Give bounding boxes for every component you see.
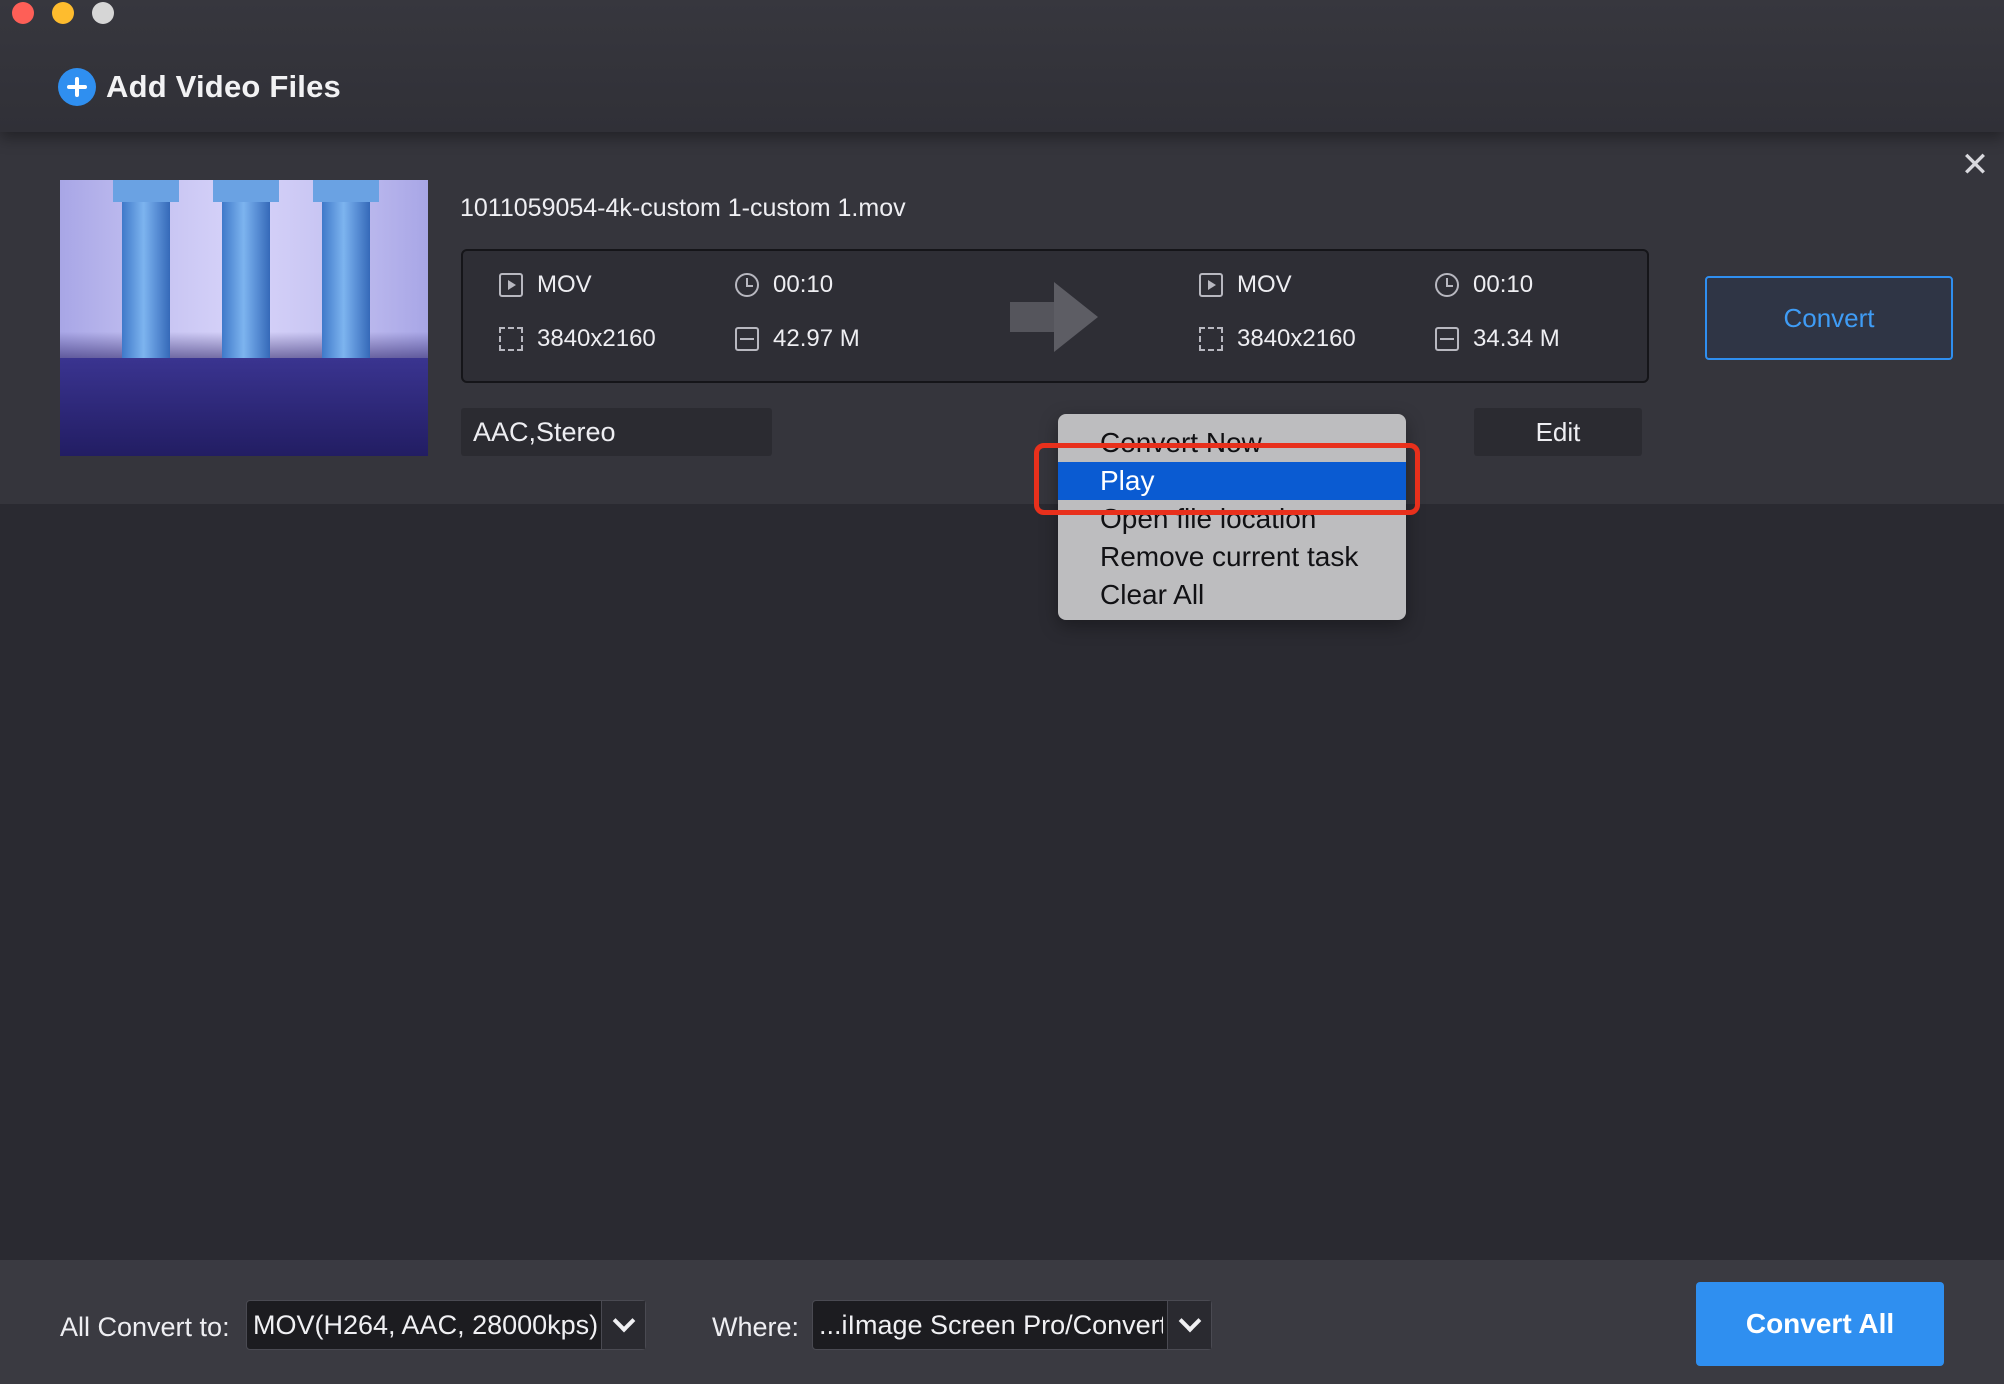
audio-track-select[interactable]: AAC,Stereo — [461, 408, 772, 456]
output-folder-value: ...iImage Screen Pro/Convert — [819, 1309, 1163, 1340]
minimize-window-button[interactable] — [52, 2, 74, 24]
chevron-down-icon[interactable] — [1167, 1301, 1211, 1349]
output-duration: 00:10 — [1435, 271, 1533, 299]
video-format-icon — [499, 273, 523, 297]
chevron-down-icon[interactable] — [601, 1301, 645, 1349]
close-task-icon[interactable]: ✕ — [1960, 148, 1990, 182]
output-size: 34.34 M — [1435, 325, 1560, 353]
source-duration: 00:10 — [735, 271, 833, 299]
title-bar: Add Video Files — [0, 0, 2004, 132]
output-resolution: 3840x2160 — [1199, 325, 1356, 353]
menu-item-remove-current-task[interactable]: Remove current task — [1058, 538, 1406, 576]
all-convert-to-label: All Convert to: — [60, 1312, 230, 1342]
close-window-button[interactable] — [12, 2, 34, 24]
video-format-icon — [1199, 273, 1223, 297]
add-video-files-button[interactable]: Add Video Files — [58, 67, 341, 107]
where-label: Where: — [712, 1312, 800, 1342]
convert-all-button[interactable]: Convert All — [1696, 1282, 1944, 1366]
source-size: 42.97 M — [735, 325, 860, 353]
convert-button[interactable]: Convert — [1705, 276, 1953, 360]
menu-item-play[interactable]: Play — [1058, 462, 1406, 500]
zoom-window-button[interactable] — [92, 2, 114, 24]
context-menu: Convert Now Play Open file location Remo… — [1058, 414, 1406, 620]
file-size-icon — [735, 327, 759, 351]
output-format: MOV — [1199, 271, 1292, 299]
output-format-select[interactable]: MOV(H264, AAC, 28000kps) — [246, 1300, 646, 1350]
menu-item-convert-now[interactable]: Convert Now — [1058, 424, 1406, 462]
resolution-icon — [1199, 327, 1223, 351]
source-resolution: 3840x2160 — [499, 325, 656, 353]
add-video-files-label: Add Video Files — [106, 69, 341, 104]
file-size-icon — [1435, 327, 1459, 351]
arrow-right-icon — [1010, 282, 1098, 352]
clock-icon — [735, 273, 759, 297]
output-format-value: MOV(H264, AAC, 28000kps) — [253, 1309, 597, 1340]
clock-icon — [1435, 273, 1459, 297]
video-thumbnail — [60, 180, 428, 456]
plus-circle-icon — [58, 68, 96, 106]
resolution-icon — [499, 327, 523, 351]
file-name: 1011059054-4k-custom 1-custom 1.mov — [460, 194, 906, 222]
output-folder-select[interactable]: ...iImage Screen Pro/Convert — [812, 1300, 1212, 1350]
menu-item-open-file-location[interactable]: Open file location — [1058, 500, 1406, 538]
menu-item-clear-all[interactable]: Clear All — [1058, 576, 1406, 614]
edit-button[interactable]: Edit — [1474, 408, 1642, 456]
source-format: MOV — [499, 271, 592, 299]
